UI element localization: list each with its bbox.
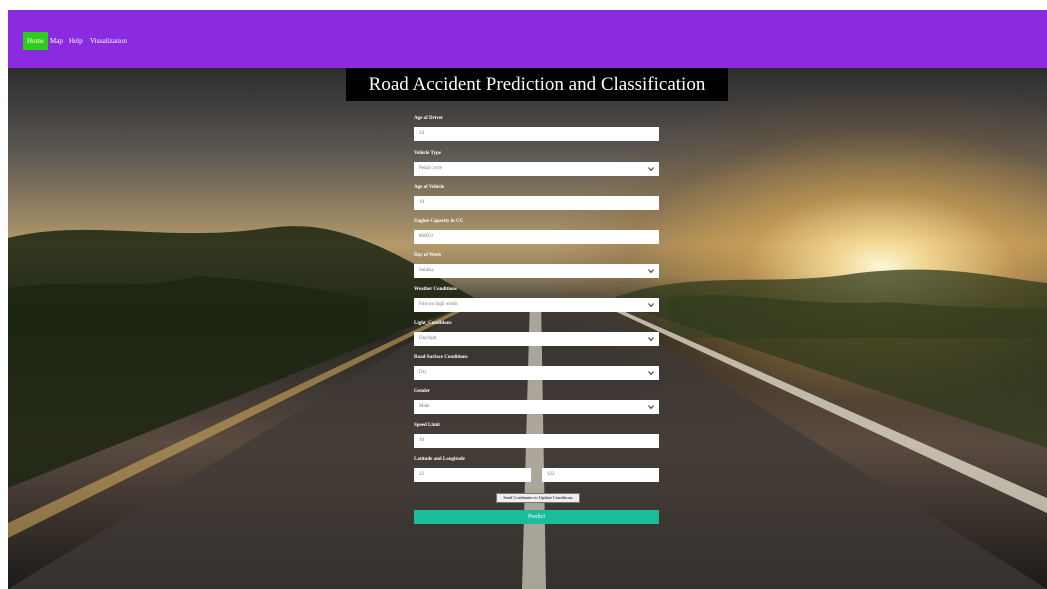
age-of-vehicle-input[interactable]: 10 (414, 196, 659, 210)
chevron-down-icon (648, 405, 654, 410)
latitude-input[interactable]: 22 (414, 468, 531, 482)
day-of-week-select[interactable]: Sunday (414, 264, 659, 278)
chevron-down-icon (648, 269, 654, 274)
nav-help[interactable]: Help (69, 32, 83, 50)
age-of-driver-input[interactable]: 34 (414, 127, 659, 141)
gender-value: Male (419, 404, 430, 409)
vehicle-type-value: Pedal cycle (419, 166, 442, 171)
chevron-down-icon (648, 303, 654, 308)
light-conditions-select[interactable]: Daylight (414, 332, 659, 346)
navbar: Home Map Help Visualization (8, 10, 1047, 68)
road-surface-select[interactable]: Dry (414, 366, 659, 380)
chevron-down-icon (648, 337, 654, 342)
chevron-down-icon (648, 371, 654, 376)
road-surface-label: Road Surface Conditions (414, 355, 468, 360)
day-of-week-label: Day of Week (414, 253, 442, 258)
app-frame: Home Map Help Visualization Road Acciden… (8, 10, 1047, 589)
engine-capacity-input[interactable]: 8000.0 (414, 230, 659, 244)
speed-limit-label: Speed Limit (414, 423, 440, 428)
age-of-vehicle-label: Age of Vehicle (414, 185, 445, 190)
vehicle-type-label: Vehicle Type (414, 151, 441, 156)
weather-conditions-value: Fine no high winds (419, 302, 458, 307)
speed-limit-input[interactable]: 30 (414, 434, 659, 448)
nav-map[interactable]: Map (50, 32, 63, 50)
weather-conditions-label: Weather Conditions (414, 287, 457, 292)
nav-home[interactable]: Home (23, 32, 49, 50)
day-of-week-value: Sunday (419, 268, 434, 273)
send-coordinates-button[interactable]: Send Cordinates to Update Conditions (496, 493, 580, 503)
vehicle-type-select[interactable]: Pedal cycle (414, 162, 659, 176)
road-surface-value: Dry (419, 370, 427, 375)
age-of-driver-label: Age of Driver (414, 116, 444, 121)
page-title: Road Accident Prediction and Classificat… (346, 68, 728, 101)
engine-capacity-label: Engine Capacity in CC (414, 219, 464, 224)
chevron-down-icon (648, 167, 654, 172)
lat-long-label: Latitude and Longitude (414, 457, 465, 462)
nav-visualization[interactable]: Visualization (90, 32, 127, 50)
gender-select[interactable]: Male (414, 400, 659, 414)
predict-button[interactable]: Predict (414, 510, 659, 524)
gender-label: Gender (414, 389, 431, 394)
light-conditions-label: Light_Conditions (414, 321, 452, 326)
weather-conditions-select[interactable]: Fine no high winds (414, 298, 659, 312)
longitude-input[interactable]: 122 (542, 468, 659, 482)
light-conditions-value: Daylight (419, 336, 437, 341)
